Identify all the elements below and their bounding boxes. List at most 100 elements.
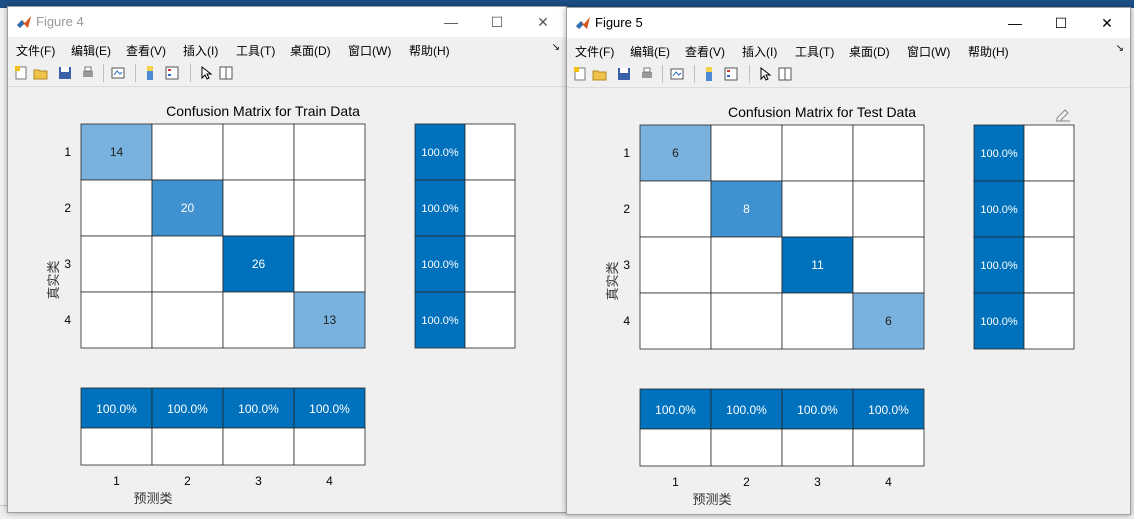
column-summary-empty-cell bbox=[80, 427, 153, 466]
column-summary-label: 100.0% bbox=[868, 403, 909, 417]
row-tick-label: 4 bbox=[64, 313, 71, 327]
row-summary-empty-cell bbox=[1023, 292, 1075, 350]
window-title: Figure 4 bbox=[36, 14, 84, 29]
row-summary-label: 100.0% bbox=[421, 259, 459, 271]
menu-item[interactable]: 桌面(D) bbox=[849, 43, 890, 60]
edit-plot-pencil-icon[interactable] bbox=[1056, 109, 1070, 122]
row-tick-label: 3 bbox=[64, 257, 71, 271]
confusion-chart: Confusion Matrix for Train Data142026131… bbox=[46, 103, 516, 506]
new-figure-icon[interactable] bbox=[13, 65, 29, 81]
maximize-button[interactable]: ☐ bbox=[474, 7, 520, 37]
column-summary-label: 100.0% bbox=[655, 403, 696, 417]
column-summary-label: 100.0% bbox=[726, 403, 767, 417]
matrix-cell bbox=[151, 123, 224, 181]
figure-canvas: Confusion Matrix for Train Data 14 20 26 13 1… bbox=[8, 87, 566, 512]
row-tick-label: 1 bbox=[623, 146, 630, 160]
matrix-cell bbox=[710, 124, 783, 182]
print-icon[interactable] bbox=[639, 66, 655, 82]
figure-toolbar bbox=[8, 60, 566, 87]
menu-item[interactable]: 桌面(D) bbox=[290, 42, 331, 59]
open-file-icon[interactable] bbox=[592, 66, 608, 82]
row-summary-label: 100.0% bbox=[421, 147, 459, 159]
menu-item[interactable]: 窗口(W) bbox=[348, 42, 391, 59]
property-inspector-icon[interactable] bbox=[777, 66, 793, 82]
insert-colorbar-icon[interactable] bbox=[142, 65, 158, 81]
insert-legend-icon[interactable] bbox=[723, 66, 739, 82]
matrix-cell bbox=[639, 292, 712, 350]
cell-value-label: 6 bbox=[672, 146, 679, 160]
chart-title: Confusion Matrix for Train Data bbox=[166, 103, 360, 119]
toolbar-separator bbox=[190, 64, 191, 82]
new-figure-icon[interactable] bbox=[572, 66, 588, 82]
menu-item[interactable]: 窗口(W) bbox=[907, 43, 950, 60]
property-inspector-icon[interactable] bbox=[218, 65, 234, 81]
edit-plot-icon[interactable] bbox=[198, 65, 214, 81]
edit-plot-icon[interactable] bbox=[757, 66, 773, 82]
menu-bar: 文件(F) 编辑(E) 查看(V) 插入(I) 工具(T) 桌面(D) 窗口(W) 帮助(H)… bbox=[567, 38, 1130, 60]
matrix-cell bbox=[852, 236, 925, 294]
matrix-cell bbox=[80, 235, 153, 293]
save-icon[interactable] bbox=[57, 65, 73, 81]
cell-value-label: 20 bbox=[181, 201, 195, 215]
figure-canvas: Confusion Matrix for Test Data 6 8 11 6 1 2 3 4 真… bbox=[567, 88, 1130, 514]
row-tick-label: 2 bbox=[64, 201, 71, 215]
insert-legend-icon[interactable] bbox=[164, 65, 180, 81]
maximize-button[interactable]: ☐ bbox=[1038, 8, 1084, 38]
matrix-cell bbox=[781, 180, 854, 238]
menu-item[interactable]: 帮助(H) bbox=[968, 43, 1009, 60]
column-tick-label: 1 bbox=[113, 474, 120, 488]
menu-item[interactable]: 帮助(H) bbox=[409, 42, 450, 59]
toolbar-separator bbox=[694, 65, 695, 83]
row-summary-label: 100.0% bbox=[980, 260, 1018, 272]
column-summary-empty-cell bbox=[151, 427, 224, 466]
row-summary-empty-cell bbox=[1023, 236, 1075, 294]
cell-value-label: 11 bbox=[811, 258, 824, 272]
menu-item[interactable]: 文件(F) bbox=[575, 43, 614, 60]
menu-item[interactable]: 编辑(E) bbox=[630, 43, 670, 60]
save-icon[interactable] bbox=[616, 66, 632, 82]
row-summary-empty-cell bbox=[464, 235, 516, 293]
matrix-cell bbox=[639, 180, 712, 238]
toolbar-separator bbox=[662, 65, 663, 83]
figure-window[interactable]: Figure 5 — ☐ ✕ 文件(F) 编辑(E) 查看(V) 插入(I) 工具(T) 桌面(D… bbox=[566, 7, 1131, 515]
menu-item[interactable]: 查看(V) bbox=[126, 42, 166, 59]
matrix-cell bbox=[151, 235, 224, 293]
minimize-button[interactable]: — bbox=[428, 7, 474, 37]
menu-item[interactable]: 插入(I) bbox=[742, 43, 777, 60]
minimize-button[interactable]: — bbox=[992, 8, 1038, 38]
menu-item[interactable]: 文件(F) bbox=[16, 42, 55, 59]
matrix-cell bbox=[222, 179, 295, 237]
insert-colorbar-icon[interactable] bbox=[701, 66, 717, 82]
row-summary-label: 100.0% bbox=[980, 204, 1018, 216]
chart-title: Confusion Matrix for Test Data bbox=[728, 104, 916, 120]
row-tick-label: 2 bbox=[623, 202, 630, 216]
matrix-cell bbox=[222, 291, 295, 349]
menu-item[interactable]: 工具(T) bbox=[236, 42, 275, 59]
close-button[interactable]: ✕ bbox=[1084, 8, 1130, 38]
open-file-icon[interactable] bbox=[33, 65, 49, 81]
menu-item[interactable]: 查看(V) bbox=[685, 43, 725, 60]
dock-figure-icon[interactable]: ↘ bbox=[1116, 43, 1124, 54]
menu-item[interactable]: 工具(T) bbox=[795, 43, 834, 60]
window-titlebar[interactable]: Figure 4 — ☐ ✕ bbox=[8, 7, 566, 37]
row-summary-empty-cell bbox=[1023, 124, 1075, 182]
column-summary-label: 100.0% bbox=[238, 402, 279, 416]
column-tick-label: 4 bbox=[885, 475, 892, 489]
window-titlebar[interactable]: Figure 5 — ☐ ✕ bbox=[567, 8, 1130, 38]
matrix-cell bbox=[222, 123, 295, 181]
cell-value-label: 26 bbox=[252, 257, 266, 271]
link-plot-icon[interactable] bbox=[669, 66, 685, 82]
cell-value-label: 13 bbox=[323, 313, 337, 327]
figure-window[interactable]: Figure 4 — ☐ ✕ 文件(F) 编辑(E) 查看(V) 插入(I) 工具(T) 桌面(D… bbox=[7, 6, 567, 513]
row-summary-label: 100.0% bbox=[421, 315, 459, 327]
link-plot-icon[interactable] bbox=[110, 65, 126, 81]
column-summary-label: 100.0% bbox=[797, 403, 838, 417]
dock-figure-icon[interactable]: ↘ bbox=[552, 42, 560, 53]
close-button[interactable]: ✕ bbox=[520, 7, 566, 37]
row-summary-empty-cell bbox=[1023, 180, 1075, 238]
row-tick-label: 4 bbox=[623, 314, 630, 328]
menu-item[interactable]: 插入(I) bbox=[183, 42, 218, 59]
print-icon[interactable] bbox=[80, 65, 96, 81]
menu-item[interactable]: 编辑(E) bbox=[71, 42, 111, 59]
row-summary-label: 100.0% bbox=[980, 148, 1018, 160]
